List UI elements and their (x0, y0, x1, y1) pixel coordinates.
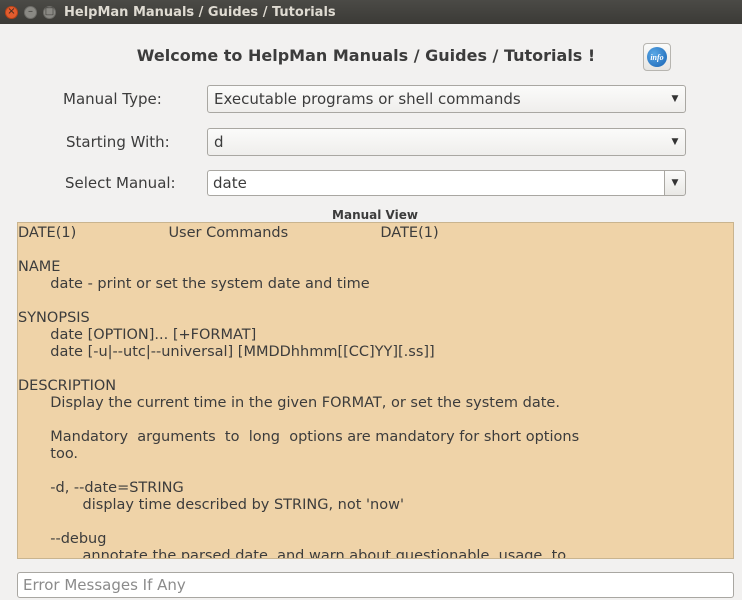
manual-view-textarea[interactable]: DATE(1) User Commands DATE(1) NAME date … (17, 222, 734, 559)
starting-with-value: d (214, 133, 224, 151)
chevron-down-icon: ▼ (671, 94, 679, 104)
window-title: HelpMan Manuals / Guides / Tutorials (64, 4, 336, 20)
maximize-window-button[interactable]: □ (43, 5, 56, 19)
minimize-window-button[interactable]: – (24, 5, 37, 19)
select-manual-label: Select Manual: (65, 174, 176, 192)
manual-type-dropdown[interactable]: Executable programs or shell commands ▼ (207, 85, 686, 113)
manual-view-text: DATE(1) User Commands DATE(1) NAME date … (18, 225, 580, 559)
info-icon: info (647, 47, 667, 67)
select-manual-dropdown-button[interactable]: ▼ (664, 170, 686, 196)
title-bar: × – □ HelpMan Manuals / Guides / Tutoria… (0, 0, 742, 24)
error-messages-field[interactable] (17, 572, 734, 598)
welcome-heading: Welcome to HelpMan Manuals / Guides / Tu… (136, 46, 596, 65)
manual-type-label: Manual Type: (63, 90, 162, 108)
starting-with-dropdown[interactable]: d ▼ (207, 128, 686, 156)
manual-view-title: Manual View (332, 208, 418, 222)
starting-with-label: Starting With: (66, 133, 170, 151)
select-manual-combobox: ▼ (207, 170, 686, 196)
select-manual-input[interactable] (207, 170, 664, 196)
manual-type-value: Executable programs or shell commands (214, 90, 521, 108)
close-window-button[interactable]: × (5, 5, 18, 19)
chevron-down-icon: ▼ (671, 137, 679, 147)
info-button[interactable]: info (643, 43, 671, 71)
chevron-down-icon: ▼ (671, 178, 679, 188)
